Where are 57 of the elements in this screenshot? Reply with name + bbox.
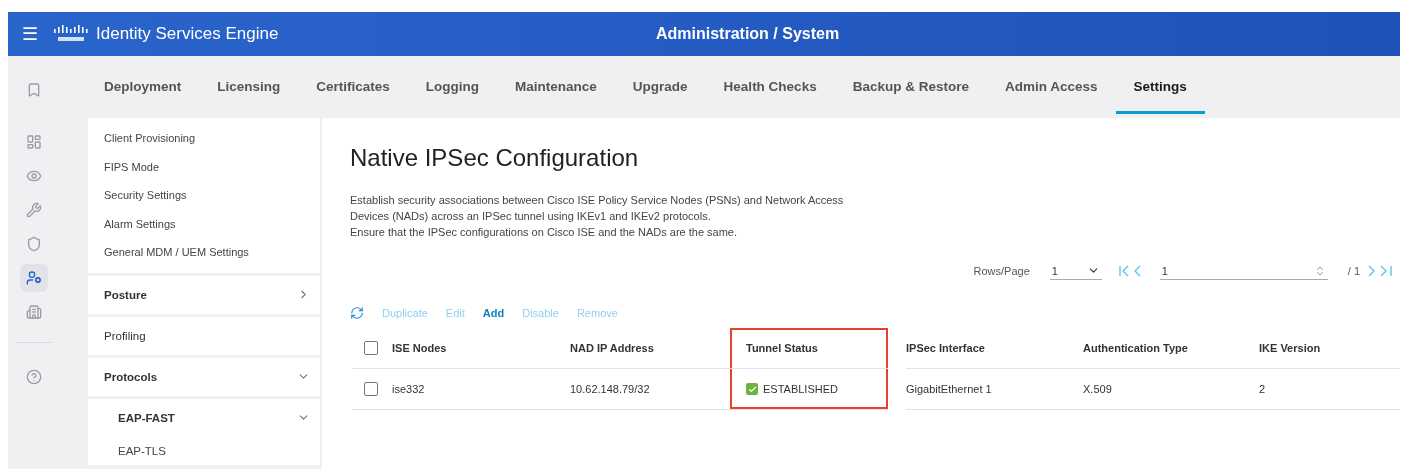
sidebar-link[interactable]: FIPS Mode — [104, 152, 304, 181]
table-cell: ise332 — [392, 369, 570, 410]
column-header: Tunnel Status — [730, 328, 888, 369]
tab[interactable]: Maintenance — [497, 56, 615, 114]
table-cell: ESTABLISHED — [730, 369, 888, 410]
column-header: NAD IP Address — [570, 328, 730, 369]
sidebar-link[interactable]: Client Provisioning — [104, 124, 304, 153]
eye-icon — [26, 168, 42, 184]
bookmark-icon — [26, 82, 42, 98]
tab[interactable]: Backup & Restore — [834, 56, 987, 114]
rows-select[interactable]: 1 — [1049, 262, 1102, 280]
user-gear-icon — [26, 270, 42, 286]
column-header: ISE Nodes — [392, 328, 570, 369]
building-icon — [26, 304, 42, 320]
table-cell: 10.62.148.79/32 — [570, 369, 730, 410]
column-header: Authentication Type — [1083, 328, 1259, 369]
nav-rail-button[interactable] — [20, 264, 48, 292]
sidebar-link[interactable]: EAP-TLS — [88, 436, 320, 465]
tab[interactable]: Licensing — [199, 56, 299, 114]
tab[interactable]: Settings — [1115, 56, 1205, 114]
wrench-icon — [26, 202, 42, 218]
page-heading: Administration / System — [656, 25, 840, 43]
column-header: IPSec Interface — [906, 328, 1083, 369]
help-icon — [26, 369, 42, 385]
page-input[interactable]: 1 — [1159, 262, 1328, 280]
sidebar-link[interactable]: Security Settings — [104, 181, 304, 210]
dashboard-icon — [26, 134, 42, 150]
tab[interactable]: Admin Access — [986, 56, 1116, 114]
table-cell: GigabitEthernet 1 — [906, 369, 1083, 410]
shield-icon — [26, 236, 42, 252]
description-text: Ensure that the IPSec configurations on Cisco ISE and the NADs are the same. — [350, 225, 739, 240]
sidebar-link[interactable]: Alarm Settings — [104, 209, 304, 238]
rows-label: Rows/Page — [973, 265, 1030, 277]
next-last-icon[interactable] — [1366, 264, 1394, 278]
sidebar-link[interactable]: General MDM / UEM Settings — [104, 238, 304, 267]
sidebar-section[interactable]: Posture — [88, 275, 320, 314]
tab[interactable]: Upgrade — [614, 56, 706, 114]
product-name: Identity Services Engine — [96, 24, 280, 44]
page-total: / 1 — [1347, 265, 1360, 277]
sidebar-section[interactable]: Profiling — [88, 316, 320, 355]
logo-icon — [54, 25, 88, 43]
refresh-icon[interactable] — [350, 306, 364, 320]
column-header: IKE Version — [1259, 328, 1400, 369]
description-text: Devices (NADs) across an IPSec tunnel using IKEv1 and IKEv2 protocols. — [350, 209, 712, 224]
menu-icon[interactable]: ☰ — [22, 23, 44, 45]
page-title: Native IPSec Configuration — [350, 144, 640, 172]
toolbar-link[interactable]: Add — [482, 307, 505, 319]
table-cell: X.509 — [1083, 369, 1259, 410]
tab[interactable]: Logging — [407, 56, 498, 114]
description-text: Establish security associations between Cisco ISE Policy Service Nodes (PSNs) and Network Access — [350, 193, 845, 208]
tab[interactable]: Deployment — [86, 56, 200, 114]
table-cell: 2 — [1259, 369, 1400, 410]
checkbox[interactable] — [364, 341, 378, 355]
sidebar-section[interactable]: Protocols — [88, 357, 320, 396]
checkbox[interactable] — [364, 382, 378, 396]
tab[interactable]: Certificates — [298, 56, 408, 114]
tab[interactable]: Health Checks — [705, 56, 835, 114]
